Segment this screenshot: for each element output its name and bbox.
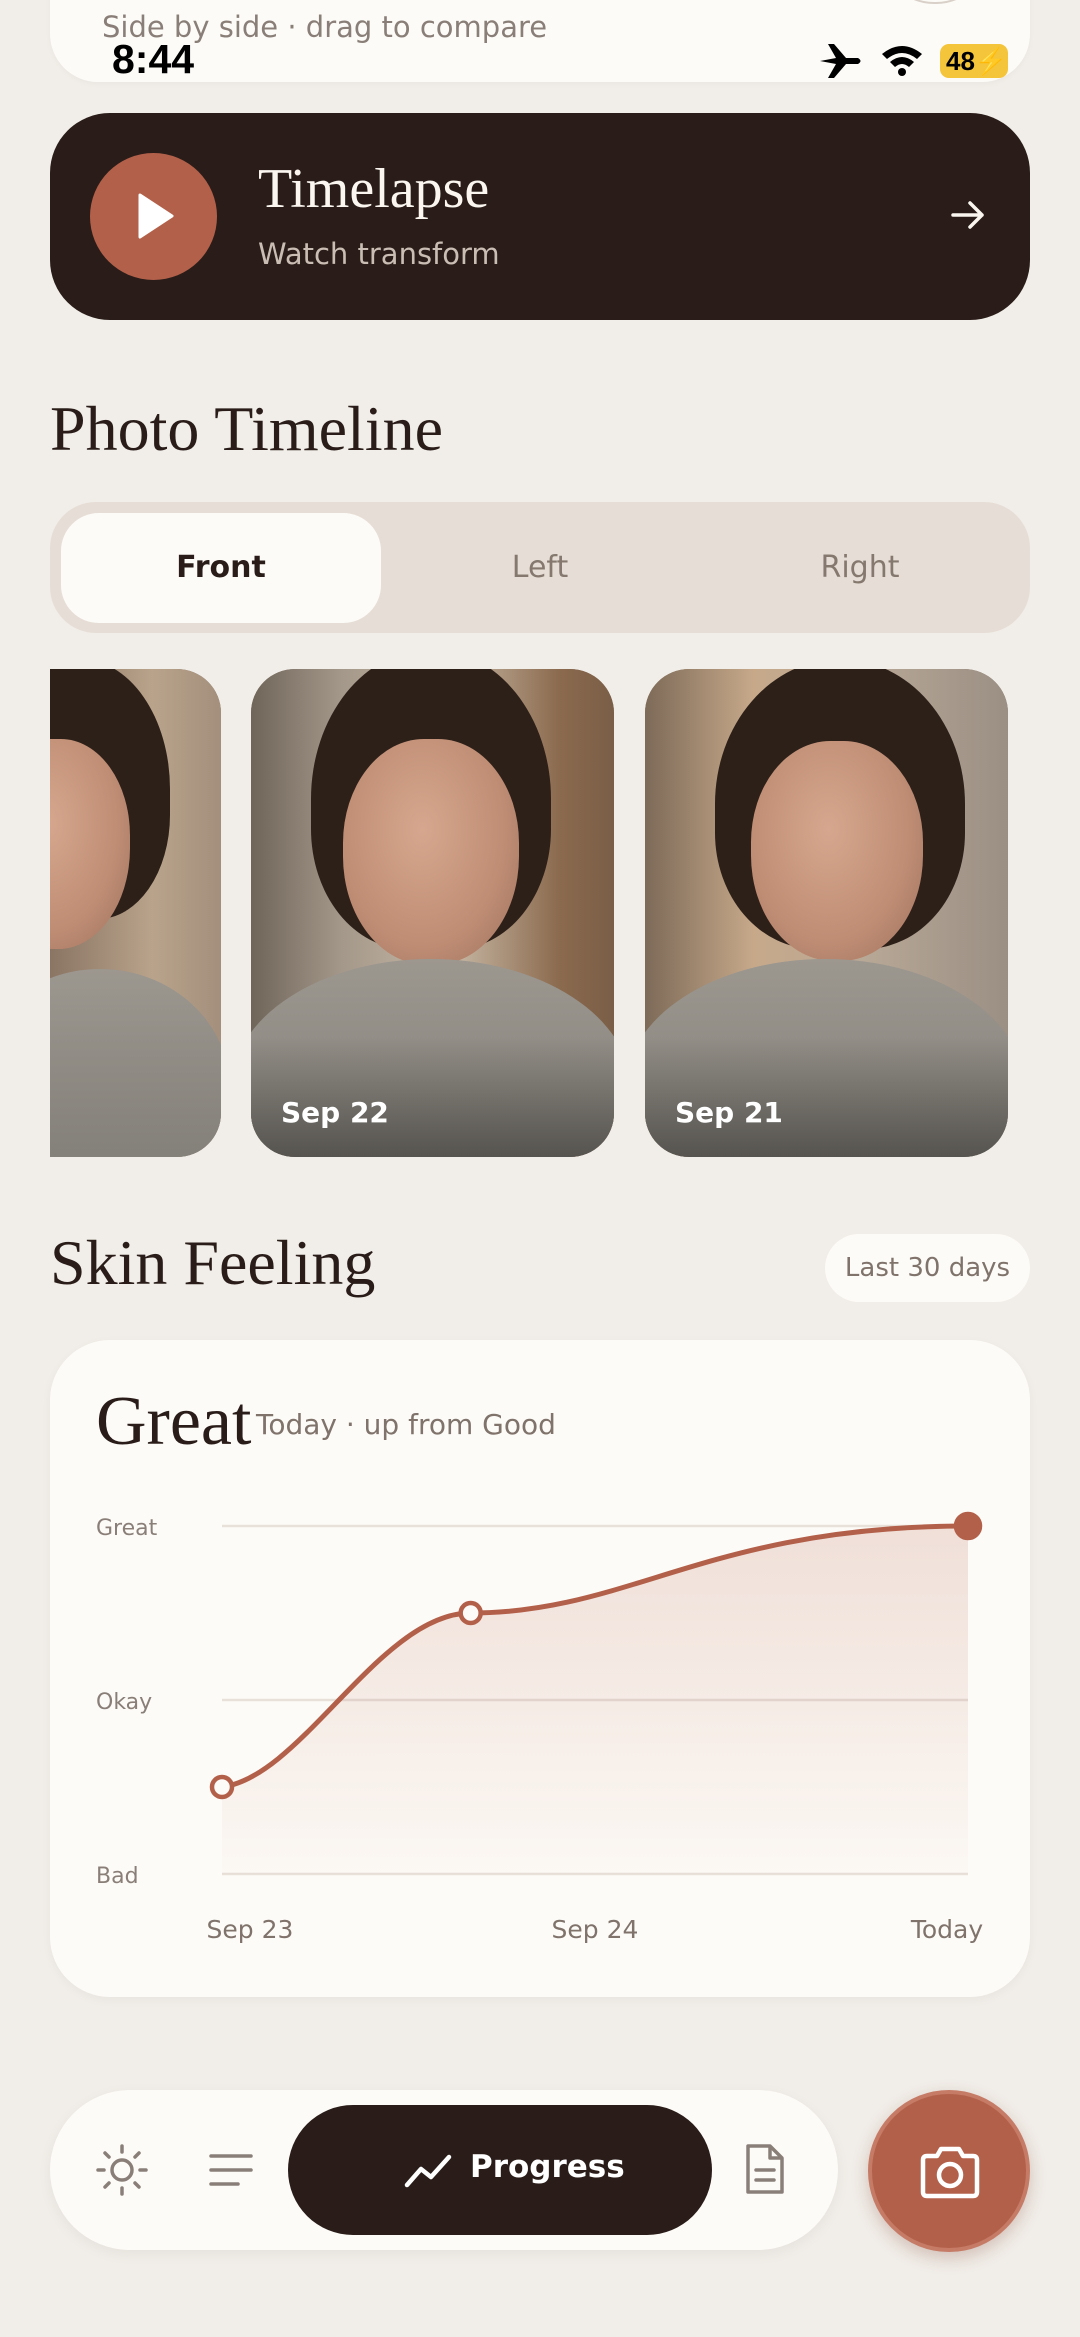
list-icon[interactable] bbox=[208, 2150, 254, 2190]
tab-left[interactable]: Left bbox=[380, 513, 700, 623]
photo-date: Sep 22 bbox=[281, 1096, 389, 1129]
timelapse-subtitle: Watch transform bbox=[258, 237, 500, 271]
y-tick-label: Great bbox=[96, 1516, 158, 1541]
progress-label: Progress bbox=[470, 2149, 625, 2185]
wifi-icon bbox=[882, 46, 922, 76]
data-point bbox=[209, 1774, 235, 1800]
range-selector[interactable]: Last 30 days bbox=[825, 1234, 1030, 1302]
photo-timeline-title: Photo Timeline bbox=[50, 393, 443, 464]
status-bar: 8:44 48⚡ bbox=[0, 0, 1080, 82]
feeling-chart: Bad Okay Great Sep 23 Sep 24 Today bbox=[96, 1511, 984, 1944]
airplane-icon bbox=[820, 44, 861, 78]
bottom-nav: Progress bbox=[50, 2090, 838, 2250]
photo-card[interactable]: Sep 21 bbox=[645, 669, 1008, 1157]
timelapse-title: Timelapse bbox=[258, 158, 490, 220]
data-point bbox=[953, 1511, 983, 1541]
photo-card[interactable] bbox=[50, 669, 221, 1157]
camera-icon bbox=[920, 2146, 980, 2199]
photo-face bbox=[751, 741, 923, 961]
skin-feeling-title: Skin Feeling bbox=[50, 1227, 376, 1298]
status-time: 8:44 bbox=[112, 36, 195, 82]
tab-front[interactable]: Front bbox=[61, 513, 381, 623]
x-tick-label: Sep 23 bbox=[207, 1915, 294, 1944]
battery-level: 48 bbox=[946, 46, 975, 76]
photo-card[interactable]: Sep 22 bbox=[251, 669, 614, 1157]
document-icon[interactable] bbox=[744, 2142, 786, 2196]
skin-feeling-chart-card: Great Today · up from Good Bad Okay Great … bbox=[50, 1340, 1030, 1997]
arrow-right-icon[interactable] bbox=[950, 197, 986, 233]
battery-indicator: 48⚡ bbox=[940, 44, 1008, 78]
timelapse-card[interactable]: Timelapse Watch transform bbox=[50, 113, 1030, 320]
camera-button[interactable] bbox=[868, 2090, 1030, 2252]
progress-tab[interactable]: Progress bbox=[288, 2105, 712, 2235]
view-segmented-control: Front Left Right bbox=[50, 502, 1030, 633]
data-point bbox=[458, 1600, 483, 1626]
y-tick-label: Okay bbox=[96, 1690, 152, 1715]
play-icon bbox=[138, 193, 174, 239]
x-tick-label: Sep 24 bbox=[552, 1915, 639, 1944]
y-tick-label: Bad bbox=[96, 1864, 139, 1889]
photo-date: Sep 21 bbox=[675, 1096, 783, 1129]
play-button[interactable] bbox=[90, 153, 217, 280]
x-tick-label: Today bbox=[910, 1915, 984, 1944]
charging-icon: ⚡ bbox=[974, 46, 1008, 76]
tab-right[interactable]: Right bbox=[700, 513, 1020, 623]
progress-icon bbox=[404, 2154, 452, 2188]
sun-icon[interactable] bbox=[94, 2142, 150, 2198]
photo-face bbox=[343, 739, 519, 965]
